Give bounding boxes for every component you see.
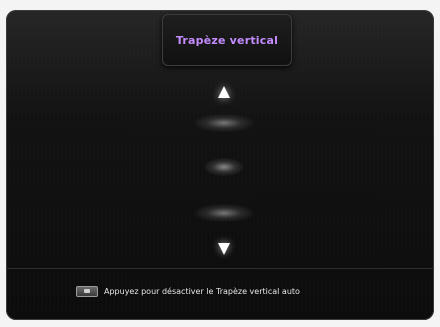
title-tab: Trapèze vertical xyxy=(162,14,292,66)
footer-hint-text: Appuyez pour désactiver le Trapèze verti… xyxy=(104,287,300,296)
keystone-level-glow-bottom xyxy=(194,204,254,222)
osd-menu-panel: Trapèze vertical Appuyez pour désactiver… xyxy=(6,10,434,320)
footer-hint: Appuyez pour désactiver le Trapèze verti… xyxy=(76,286,300,297)
menu-title: Trapèze vertical xyxy=(175,33,279,47)
auto-keystone-key-icon xyxy=(76,286,98,297)
arrow-up-icon[interactable] xyxy=(218,86,230,98)
footer-divider xyxy=(6,268,434,269)
keystone-adjuster[interactable] xyxy=(180,70,268,270)
keystone-level-glow-center xyxy=(204,158,244,176)
keystone-level-glow-top xyxy=(194,114,254,132)
arrow-down-icon[interactable] xyxy=(218,243,230,255)
